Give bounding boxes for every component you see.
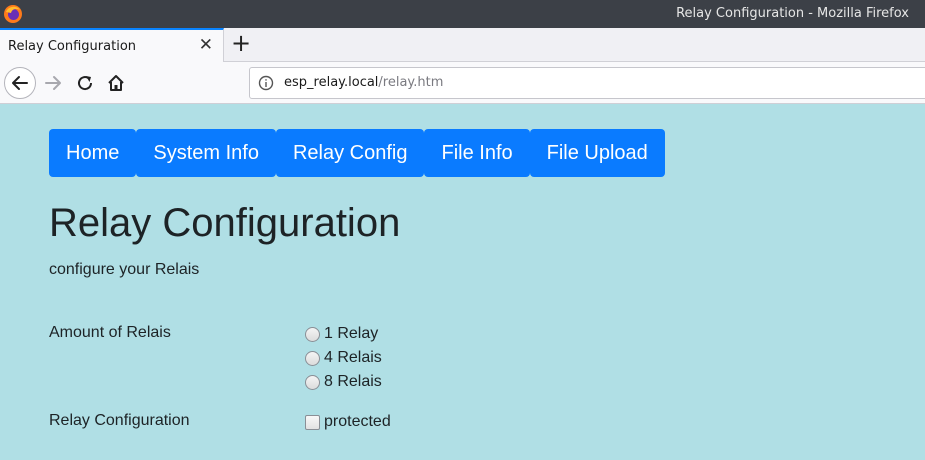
relay-configuration-label: Relay Configuration (49, 412, 190, 429)
menu-item-home[interactable]: Home (49, 129, 137, 177)
back-button[interactable] (4, 67, 36, 99)
protected-label: protected (324, 413, 391, 430)
page-subtitle: configure your Relais (49, 261, 200, 278)
option-1-relay[interactable]: 1 Relay (305, 324, 378, 344)
firefox-logo-icon (4, 5, 22, 23)
forward-button[interactable] (38, 68, 68, 98)
window-titlebar: Relay Configuration - Mozilla Firefox (0, 0, 925, 28)
option-4-relais[interactable]: 4 Relais (305, 348, 382, 368)
site-info-icon[interactable] (258, 75, 274, 91)
window-title: Relay Configuration - Mozilla Firefox (676, 6, 909, 21)
url-path: /relay.htm (378, 75, 444, 90)
new-tab-plus-icon[interactable]: + (229, 31, 253, 56)
forward-arrow-icon (45, 76, 61, 90)
protected-checkbox[interactable] (305, 414, 320, 430)
url-bar[interactable]: esp_relay.local/relay.htm (249, 67, 925, 99)
tab-relay-configuration[interactable]: Relay Configuration ✕ (0, 28, 224, 62)
option-8-relais-label: 8 Relais (324, 373, 382, 390)
page-title: Relay Configuration (49, 201, 401, 245)
home-button[interactable] (101, 68, 131, 98)
top-menu: Home System Info Relay Config File Info … (49, 129, 665, 177)
menu-item-system-info[interactable]: System Info (136, 129, 276, 177)
page-content: Home System Info Relay Config File Info … (0, 105, 925, 460)
url-host: esp_relay.local (284, 75, 379, 90)
reload-icon (78, 76, 93, 91)
menu-item-file-upload[interactable]: File Upload (529, 129, 665, 177)
menu-item-file-info[interactable]: File Info (424, 129, 530, 177)
radio-1-relay[interactable] (305, 326, 320, 342)
home-icon (108, 75, 124, 91)
option-4-relais-label: 4 Relais (324, 349, 382, 366)
radio-8-relais[interactable] (305, 374, 320, 390)
navigation-toolbar: esp_relay.local/relay.htm (0, 62, 925, 104)
reload-button[interactable] (70, 68, 100, 98)
back-arrow-icon (12, 76, 28, 90)
option-8-relais[interactable]: 8 Relais (305, 372, 382, 392)
option-1-relay-label: 1 Relay (324, 325, 379, 342)
menu-item-relay-config[interactable]: Relay Config (275, 129, 425, 177)
radio-4-relais[interactable] (305, 350, 320, 366)
url-text: esp_relay.local/relay.htm (284, 75, 443, 90)
close-tab-icon[interactable]: ✕ (199, 37, 213, 54)
amount-of-relais-label: Amount of Relais (49, 324, 171, 341)
tab-label: Relay Configuration (8, 39, 137, 54)
protected-option[interactable]: protected (305, 412, 391, 432)
tab-strip: Relay Configuration ✕ + (0, 28, 925, 62)
